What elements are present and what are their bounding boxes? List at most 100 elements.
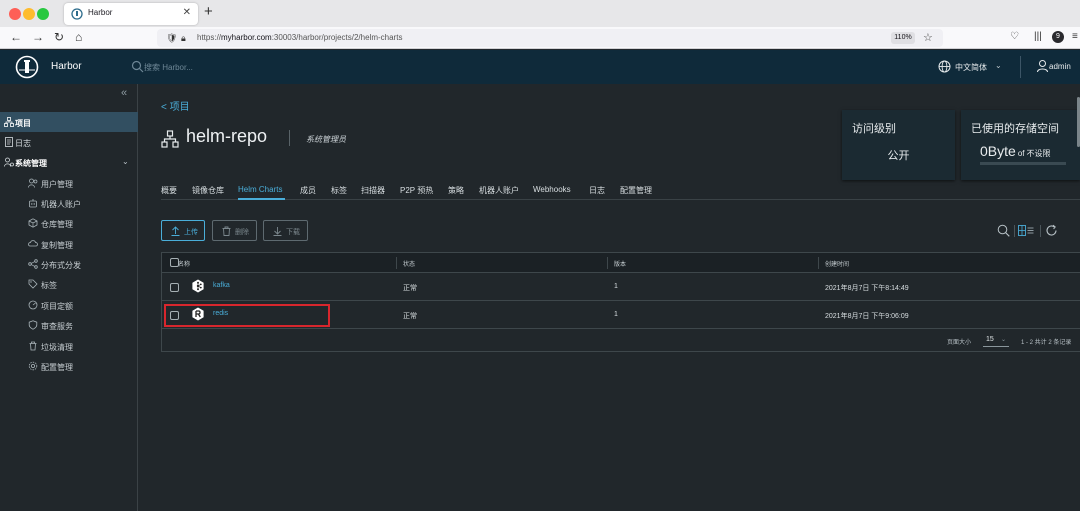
column-header-status[interactable]: 状态 [403,259,415,268]
home-icon[interactable]: ⌂ [75,30,82,44]
logs-icon [5,137,13,147]
download-button[interactable]: 下载 [263,220,308,241]
sidebar-item-interrogation-services[interactable]: 审查服务 [0,315,138,335]
sidebar-item-logs[interactable]: 日志 [0,132,138,152]
sidebar-item-configuration[interactable]: 配置管理 [0,356,138,376]
browser-nav-bar: ← → ↻ ⌂ 🛡︎ 🔒︎ https://myharbor.com:30003… [0,27,1080,49]
user-name: admin [1049,62,1071,71]
table-row: kafka 正常 1 2021年8月7日 下午8:14:49 [162,273,1080,301]
sidebar-item-label: 仓库管理 [41,220,73,229]
tab-configuration[interactable]: 配置管理 [620,185,652,196]
chevron-down-icon: ⌄ [1001,337,1007,343]
bookmark-star-icon[interactable]: ☆ [923,31,933,45]
tab-helm-charts[interactable]: Helm Charts [238,185,282,194]
window-minimize-button[interactable] [23,8,35,20]
column-header-version[interactable]: 版本 [614,259,626,268]
sidebar-item-users[interactable]: 用户管理 [0,173,138,193]
sidebar-item-labels[interactable]: 标签 [0,274,138,294]
search-input[interactable] [144,60,344,74]
view-toggle-icon[interactable] [1018,224,1034,237]
sidebar-item-registries[interactable]: 仓库管理 [0,213,138,233]
browser-tab[interactable]: Harbor ✕ [64,3,198,25]
tab-summary[interactable]: 概要 [161,185,177,196]
window-close-button[interactable] [9,8,21,20]
search-icon[interactable] [997,224,1010,237]
app-name[interactable]: Harbor [51,61,82,72]
chart-name-link[interactable]: kafka [213,282,230,289]
annotation-highlight-box [164,304,330,327]
sidebar-item-replications[interactable]: 复制管理 [0,234,138,254]
upload-button[interactable]: 上传 [161,220,205,241]
column-header-created[interactable]: 创建时间 [825,259,849,268]
forward-arrow-icon[interactable]: → [32,30,44,44]
menu-icon[interactable]: ≡ [1072,31,1078,43]
tab-webhooks[interactable]: Webhooks [533,185,571,194]
download-icon [273,227,282,236]
shield-icon [28,320,38,330]
tab-labels[interactable]: 标签 [331,185,347,196]
page-size-select[interactable]: 15 ⌄ [983,334,1009,347]
back-to-projects-link[interactable]: < 项目 [161,98,190,113]
url-bar[interactable]: 🛡︎ 🔒︎ https://myharbor.com:30003/harbor/… [157,29,943,47]
refresh-icon[interactable] [1045,224,1058,237]
trash-icon [222,226,231,236]
reload-icon[interactable]: ↻ [54,30,64,44]
active-tab-indicator [238,198,285,200]
sidebar-item-label: 审查服务 [41,322,73,331]
library-icon[interactable]: ||| [1034,31,1042,43]
delete-button[interactable]: 删除 [212,220,257,241]
header-divider [1020,56,1021,78]
tab-scanner[interactable]: 扫描器 [361,185,385,196]
delete-label: 删除 [235,229,249,236]
tab-logs[interactable]: 日志 [589,185,605,196]
url-text[interactable]: https://myharbor.com:30003/harbor/projec… [197,33,402,42]
sidebar-item-admin[interactable]: 系统管理 ⌄ [0,152,138,172]
close-tab-icon[interactable]: ✕ [183,7,191,19]
robot-icon [29,199,37,208]
tab-repositories[interactable]: 镜像仓库 [192,185,224,196]
chevron-down-icon: ⌄ [995,61,1002,70]
quota-icon [28,300,38,310]
tab-policy[interactable]: 策略 [448,185,464,196]
distribution-icon [28,259,38,269]
window-zoom-button[interactable] [37,8,49,20]
table-header: 名称 状态 版本 创建时间 [162,253,1080,273]
pagination-summary: 1 - 2 共计 2 条记录 [1021,340,1072,346]
collapse-sidebar-icon[interactable]: « [121,86,127,100]
page-title: helm-repo [186,126,268,146]
chart-status: 正常 [403,285,417,292]
harbor-logo-icon[interactable] [15,55,39,79]
column-header-name[interactable]: 名称 [178,259,190,268]
toolbar-divider [1014,225,1015,237]
users-icon [28,178,38,188]
sidebar-item-robot-accounts[interactable]: 机器人账户 [0,193,138,213]
tab-robot-accounts[interactable]: 机器人账户 [479,185,519,196]
zoom-level-badge[interactable]: 110% [891,32,915,44]
storage-usage-card: 已使用的存储空间 0Byte of 不设限 [961,110,1080,180]
row-checkbox[interactable] [170,283,179,292]
access-level-card: 访问级别 公开 [842,110,955,180]
search-icon [131,60,144,73]
sidebar-item-garbage-collection[interactable]: 垃圾清理 [0,336,138,356]
column-divider [396,257,397,269]
helm-charts-table: 名称 状态 版本 创建时间 kafka 正常 1 2021年8月7日 下午8:1… [161,252,1080,352]
harbor-favicon-icon [71,8,83,20]
back-arrow-icon[interactable]: ← [10,30,22,44]
page-size-value: 15 [986,336,994,343]
registry-icon [28,218,38,228]
tracking-shield-icon[interactable]: 🛡︎ [166,32,177,44]
tag-icon [28,279,38,289]
lock-icon[interactable]: 🔒︎ [181,32,186,44]
sidebar-item-projects[interactable]: 项目 [0,112,138,132]
sidebar-item-distributions[interactable]: 分布式分发 [0,254,138,274]
extension-icon[interactable]: 9 [1052,31,1064,43]
sidebar-item-quotas[interactable]: 项目定额 [0,295,138,315]
tab-members[interactable]: 成员 [300,185,316,196]
sidebar: « 项目 日志 系统管理 ⌄ 用户管理 机器人账户 仓库管理 复制管理 分布式分… [0,84,138,511]
new-tab-icon[interactable]: + [204,4,213,20]
pocket-icon[interactable]: ♡ [1010,31,1019,43]
role-label: 系统管理员 [306,135,346,144]
sidebar-item-label: 垃圾清理 [41,343,73,352]
kafka-chart-icon [192,279,204,293]
tab-p2p-preheat[interactable]: P2P 预热 [400,185,433,196]
